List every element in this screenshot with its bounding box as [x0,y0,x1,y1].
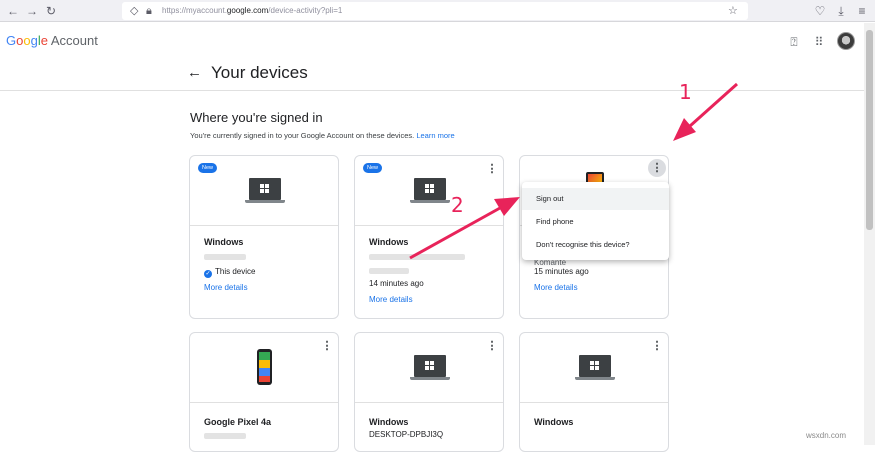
section-subtitle: You're currently signed in to your Googl… [190,131,455,140]
new-badge: New [363,163,383,173]
windows-laptop-icon [410,355,450,380]
browser-toolbar: ← → ↻ ◇ 🔒︎ https://myaccount.google.com/… [0,0,875,22]
device-status: ✓ This device [204,267,256,278]
reload-icon[interactable]: ↻ [43,3,59,19]
device-last-seen: 15 minutes ago [534,267,589,276]
device-hostname: DESKTOP-DPBJI3Q [369,430,444,439]
more-vert-icon[interactable]: ⋮ [650,339,664,353]
new-badge: New [198,163,218,173]
redacted-text [369,268,409,274]
google-account-logo[interactable]: Google Account [6,33,98,48]
account-header: Google Account ⍰ ⠿ ← Your devices [0,23,864,91]
menu-item-find-phone[interactable]: Find phone [522,211,669,233]
bookmark-star-icon[interactable]: ☆ [728,3,738,19]
more-vert-icon[interactable]: ⋮ [485,162,499,176]
address-bar[interactable]: ◇ 🔒︎ https://myaccount.google.com/device… [122,2,748,20]
menu-item-dont-recognise[interactable]: Don't recognise this device? [522,234,669,256]
more-vert-icon[interactable]: ⋮ [320,339,334,353]
device-name: Windows [369,237,409,247]
more-vert-icon[interactable]: ⋮ [485,339,499,353]
url-text[interactable]: https://myaccount.google.com/device-acti… [162,2,342,20]
section-title: Where you're signed in [190,110,323,125]
pixel-phone-icon [257,349,272,385]
menu-icon[interactable]: ≡ [854,3,870,19]
device-card[interactable]: New Windows ✓ This device More details [189,155,339,319]
device-last-seen: 14 minutes ago [369,279,424,288]
more-details-link[interactable]: More details [204,283,248,292]
device-image-area: ⋮ [520,333,668,403]
windows-laptop-icon [245,178,285,203]
watermark: wsxdn.com [806,431,847,440]
more-details-link[interactable]: More details [534,283,578,292]
redacted-text [204,254,246,260]
check-circle-icon: ✓ [204,270,212,278]
annotation-number-1: 1 [679,80,692,104]
device-image-area: ⋮ [355,333,503,403]
arrow-1-head [673,118,696,141]
device-card[interactable]: ⋮ Google Pixel 4a [189,332,339,452]
device-name: Windows [204,237,244,247]
help-icon[interactable]: ⍰ [786,34,802,50]
download-icon[interactable]: ⤓ [833,3,849,19]
more-vert-icon[interactable]: ⋮ [648,159,666,177]
device-card[interactable]: ⋮ Windows DESKTOP-DPBJI3Q [354,332,504,452]
device-card[interactable]: ⋮ Windows [519,332,669,452]
device-image-area: New [190,156,338,226]
device-image-area: ⋮ [190,333,338,403]
back-icon[interactable]: ← [5,3,21,19]
avatar[interactable] [837,32,855,50]
annotation-number-2: 2 [451,193,464,217]
device-name: Windows [534,417,574,427]
menu-item-sign-out[interactable]: Sign out [522,188,669,210]
learn-more-link[interactable]: Learn more [416,131,454,140]
forward-icon[interactable]: → [24,3,40,19]
device-image-area: New ⋮ [355,156,503,226]
windows-laptop-icon [575,355,615,380]
more-details-link[interactable]: More details [369,295,413,304]
shield-icon[interactable]: ◇ [130,3,138,19]
windows-laptop-icon [410,178,450,203]
redacted-text [369,254,465,260]
redacted-text [204,433,246,439]
device-name: Windows [369,417,409,427]
device-name: Google Pixel 4a [204,417,272,427]
lock-icon[interactable]: 🔒︎ [146,3,152,19]
scrollbar-thumb[interactable] [866,30,873,230]
pocket-icon[interactable]: ♡ [812,3,828,19]
arrow-left-icon[interactable]: ← [187,65,202,81]
apps-grid-icon[interactable]: ⠿ [811,34,827,50]
page-title: Your devices [211,63,308,82]
device-options-menu: Sign out Find phone Don't recognise this… [522,182,669,260]
device-card[interactable]: New ⋮ Windows 14 minutes ago More detail… [354,155,504,319]
